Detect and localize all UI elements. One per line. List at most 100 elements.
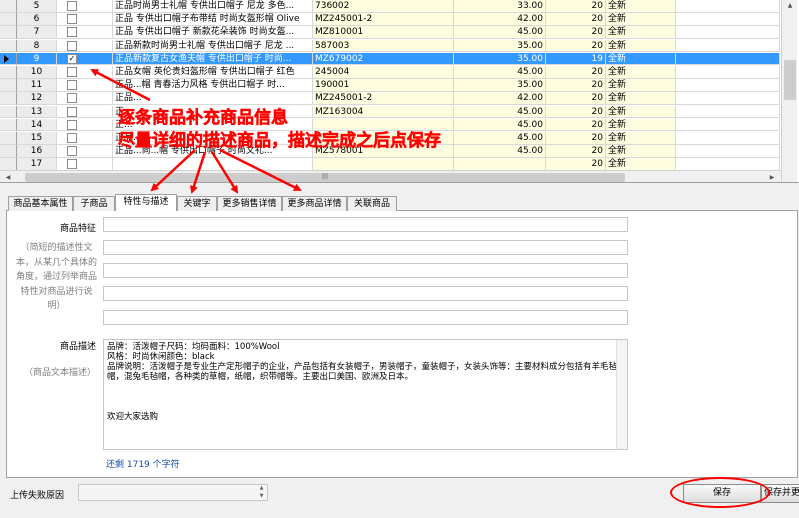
row-indicator[interactable] — [0, 92, 17, 105]
price-cell[interactable]: 45.00 — [454, 132, 546, 145]
quantity-cell[interactable]: 20 — [546, 13, 606, 26]
feature-input-4[interactable] — [103, 286, 628, 301]
product-name-cell[interactable]: 正品女帽 英伦贵妇盔形帽 专供出口帽子 红色 — [113, 66, 313, 79]
price-cell[interactable]: 33.00 — [454, 0, 546, 13]
table-row[interactable]: 6 正品 专供出口帽子布带结 时尚女盔形帽 Olive MZ245001-2 42.0… — [0, 13, 780, 26]
price-cell[interactable]: 45.00 — [454, 118, 546, 132]
row-indicator[interactable] — [0, 118, 17, 132]
price-cell[interactable]: 45.00 — [454, 145, 546, 158]
scroll-left-icon[interactable]: ◀ — [2, 172, 14, 182]
sku-cell[interactable]: 245004 — [313, 66, 454, 79]
tab-sub-products[interactable]: 子商品 — [73, 196, 115, 211]
row-checkbox[interactable] — [67, 67, 77, 77]
row-select-cell[interactable] — [57, 145, 113, 158]
row-indicator[interactable] — [0, 52, 17, 66]
row-checkbox[interactable] — [67, 133, 77, 143]
quantity-cell[interactable]: 20 — [546, 39, 606, 53]
row-select-cell[interactable]: ✓ — [57, 52, 113, 66]
table-row[interactable]: 11 正品...帽 青春活力风格 专供出口帽子 时... 190001 35.00 20… — [0, 79, 780, 92]
save-and-next-button[interactable]: 保存并更 — [761, 484, 799, 503]
row-checkbox[interactable]: ✓ — [67, 53, 77, 64]
feature-input-1[interactable] — [103, 217, 628, 232]
row-checkbox[interactable] — [67, 14, 77, 25]
row-checkbox[interactable] — [67, 1, 77, 11]
row-select-cell[interactable] — [57, 92, 113, 105]
quantity-cell[interactable]: 20 — [546, 145, 606, 158]
table-row[interactable]: 13 正... MZ163004 45.00 20 全新 — [0, 105, 780, 119]
row-select-cell[interactable] — [57, 13, 113, 26]
row-checkbox[interactable] — [67, 27, 77, 38]
row-indicator[interactable] — [0, 79, 17, 92]
row-checkbox[interactable] — [67, 159, 77, 170]
condition-cell[interactable]: 全新 — [606, 39, 676, 53]
table-row[interactable]: 12 正品... MZ245001-2 42.00 20 全新 — [0, 92, 780, 105]
tab-basic-attributes[interactable]: 商品基本属性 — [8, 196, 73, 211]
row-checkbox[interactable] — [67, 40, 77, 51]
condition-cell[interactable]: 全新 — [606, 52, 676, 66]
condition-cell[interactable]: 全新 — [606, 79, 676, 92]
row-checkbox[interactable] — [67, 93, 77, 104]
row-indicator[interactable] — [0, 132, 17, 145]
sku-cell[interactable]: MZ245001-2 — [313, 92, 454, 105]
description-textarea[interactable]: 品牌：活泼帽子尺码：均码面料：100%Wool 风格：时尚休闲颜色：black 品牌… — [103, 339, 628, 450]
product-name-cell[interactable]: 正品...帽 青春活力风格 专供出口帽子 时... — [113, 79, 313, 92]
grid-vscroll-thumb[interactable] — [784, 60, 796, 100]
row-indicator[interactable] — [0, 145, 17, 158]
row-select-cell[interactable] — [57, 105, 113, 119]
row-indicator[interactable] — [0, 66, 17, 79]
grid-hscroll-thumb[interactable]: ||| — [25, 173, 625, 182]
fail-reason-input[interactable]: ▲ ▼ — [78, 484, 268, 501]
row-checkbox[interactable] — [67, 106, 77, 117]
row-checkbox[interactable] — [67, 80, 77, 91]
quantity-cell[interactable]: 19 — [546, 52, 606, 66]
product-name-cell[interactable]: 正品时尚男士礼帽 专供出口帽子 尼龙 多色... — [113, 0, 313, 13]
feature-input-2[interactable] — [103, 240, 628, 255]
condition-cell[interactable]: 全新 — [606, 66, 676, 79]
condition-cell[interactable]: 全新 — [606, 13, 676, 26]
price-cell[interactable]: 35.00 — [454, 39, 546, 53]
quantity-cell[interactable]: 20 — [546, 79, 606, 92]
quantity-cell[interactable]: 20 — [546, 0, 606, 13]
tab-product-details[interactable]: 更多商品详情 — [282, 196, 347, 211]
quantity-cell[interactable]: 20 — [546, 132, 606, 145]
tab-features-description[interactable]: 特性与描述 — [115, 194, 177, 211]
description-scrollbar[interactable] — [616, 340, 627, 449]
table-row[interactable]: 9 ✓ 正品新款复古女渔夫帽 专供出口帽子 时尚... MZ679002 35.00 19… — [0, 52, 780, 66]
product-name-cell[interactable]: 正品新款时尚男士礼帽 专供出口帽子 尼龙 ... — [113, 39, 313, 53]
table-row[interactable]: 7 正品 专供出口帽子 新款花朵装饰 时尚女盔... MZ810001 45.00 20… — [0, 26, 780, 39]
row-indicator[interactable] — [0, 39, 17, 53]
price-cell[interactable]: 42.00 — [454, 13, 546, 26]
tab-sales-details[interactable]: 更多销售详情 — [217, 196, 282, 211]
row-checkbox[interactable] — [67, 119, 77, 130]
price-cell[interactable]: 42.00 — [454, 92, 546, 105]
grid-vertical-scrollbar[interactable]: ▲ — [781, 0, 797, 182]
scroll-up-icon[interactable]: ▲ — [784, 0, 796, 11]
product-name-cell[interactable]: 正品 专供出口帽子 新款花朵装饰 时尚女盔... — [113, 26, 313, 39]
sku-cell[interactable]: MZ163004 — [313, 105, 454, 119]
row-select-cell[interactable] — [57, 39, 113, 53]
scroll-right-icon[interactable]: ▶ — [766, 172, 778, 182]
sku-cell[interactable]: MZ810001 — [313, 26, 454, 39]
condition-cell[interactable]: 全新 — [606, 105, 676, 119]
row-select-cell[interactable] — [57, 0, 113, 13]
spin-down-icon[interactable]: ▼ — [257, 493, 266, 500]
row-select-cell[interactable] — [57, 118, 113, 132]
product-name-cell[interactable]: 正品新款复古女渔夫帽 专供出口帽子 时尚... — [113, 52, 313, 66]
price-cell[interactable]: 45.00 — [454, 66, 546, 79]
quantity-cell[interactable]: 20 — [546, 105, 606, 119]
row-indicator[interactable] — [0, 26, 17, 39]
condition-cell[interactable]: 全新 — [606, 0, 676, 13]
row-select-cell[interactable] — [57, 79, 113, 92]
tab-keywords[interactable]: 关键字 — [177, 196, 217, 211]
row-select-cell[interactable] — [57, 26, 113, 39]
sku-cell[interactable]: MZ245001-2 — [313, 13, 454, 26]
quantity-cell[interactable]: 20 — [546, 92, 606, 105]
quantity-cell[interactable]: 20 — [546, 118, 606, 132]
table-row[interactable]: 8 正品新款时尚男士礼帽 专供出口帽子 尼龙 ... 587003 35.00 20 全新 — [0, 39, 780, 53]
save-button[interactable]: 保存 — [683, 484, 761, 503]
row-indicator[interactable] — [0, 105, 17, 119]
row-select-cell[interactable] — [57, 66, 113, 79]
sku-cell[interactable]: 190001 — [313, 79, 454, 92]
product-grid[interactable]: 5 正品时尚男士礼帽 专供出口帽子 尼龙 多色... 736002 33.00 20 全新… — [0, 0, 799, 183]
condition-cell[interactable]: 全新 — [606, 145, 676, 158]
